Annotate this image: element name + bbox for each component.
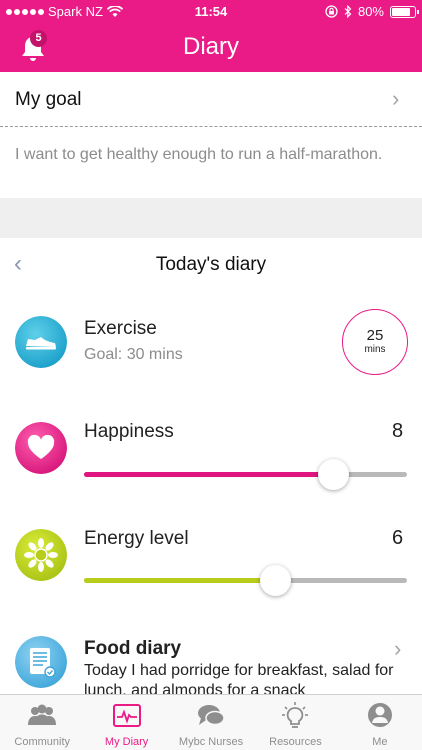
food-diary-icon	[15, 636, 67, 688]
chat-icon	[198, 705, 225, 726]
goal-text: I want to get healthy enough to run a ha…	[15, 146, 383, 163]
tab-label: My Diary	[104, 736, 149, 748]
tab-label: Community	[14, 736, 71, 748]
tab-label: Mybc Nurses	[178, 736, 244, 748]
status-bar: Spark NZ 11:54 80%	[0, 0, 422, 22]
exercise-unit: mins	[364, 344, 386, 355]
exercise-shoe-icon	[15, 316, 67, 368]
energy-title: Energy level	[84, 528, 189, 549]
battery-fill	[392, 7, 410, 16]
energy-slider[interactable]	[84, 565, 407, 596]
tab-label: Resources	[269, 736, 322, 748]
nav-bar: 5 Diary	[0, 22, 422, 72]
slider-thumb[interactable]	[259, 565, 291, 596]
happiness-value: 8	[392, 420, 404, 442]
status-right: 80%	[325, 4, 419, 19]
exercise-goal: Goal: 30 mins	[84, 346, 183, 363]
slider-thumb[interactable]	[317, 459, 349, 490]
energy-sunflower-icon	[15, 529, 67, 581]
page-title: Diary	[182, 33, 239, 60]
community-icon	[28, 704, 57, 725]
happiness-title: Happiness	[84, 421, 174, 442]
chevron-right-icon[interactable]: ›	[394, 636, 401, 662]
lightbulb-icon	[282, 702, 309, 728]
bluetooth-icon	[344, 5, 352, 18]
person-icon	[367, 703, 392, 727]
diary-icon	[112, 704, 141, 727]
goal-label: My goal	[15, 89, 82, 110]
goal-row[interactable]: My goal ›	[0, 72, 422, 127]
food-diary-title: Food diary	[84, 638, 182, 659]
chevron-right-icon: ›	[392, 86, 400, 111]
diary-header: ‹ Today's diary	[0, 238, 422, 290]
happiness-heart-icon	[15, 422, 67, 474]
section-divider	[0, 198, 422, 238]
exercise-minutes: 25	[366, 327, 384, 344]
tab-bar: Community My Diary Mybc Nurses Resources…	[0, 694, 422, 750]
battery-icon	[390, 5, 419, 18]
rotation-lock-icon	[325, 5, 338, 18]
exercise-minutes-badge[interactable]: 25 mins	[342, 309, 408, 375]
diary-title: Today's diary	[155, 254, 267, 275]
tab-community[interactable]: Community	[0, 695, 84, 750]
slider-fill	[84, 472, 333, 477]
battery-percent: 80%	[357, 4, 384, 19]
tab-mybc-nurses[interactable]: Mybc Nurses	[169, 695, 253, 750]
slider-fill	[84, 578, 275, 583]
tab-label: Me	[372, 736, 388, 748]
energy-value: 6	[392, 527, 404, 549]
tab-my-diary[interactable]: My Diary	[84, 695, 168, 750]
exercise-title: Exercise	[84, 318, 157, 339]
tab-resources[interactable]: Resources	[253, 695, 337, 750]
food-diary-text: Today I had porridge for breakfast, sala…	[84, 662, 394, 695]
happiness-slider[interactable]	[84, 459, 407, 490]
tab-me[interactable]: Me	[338, 695, 422, 750]
